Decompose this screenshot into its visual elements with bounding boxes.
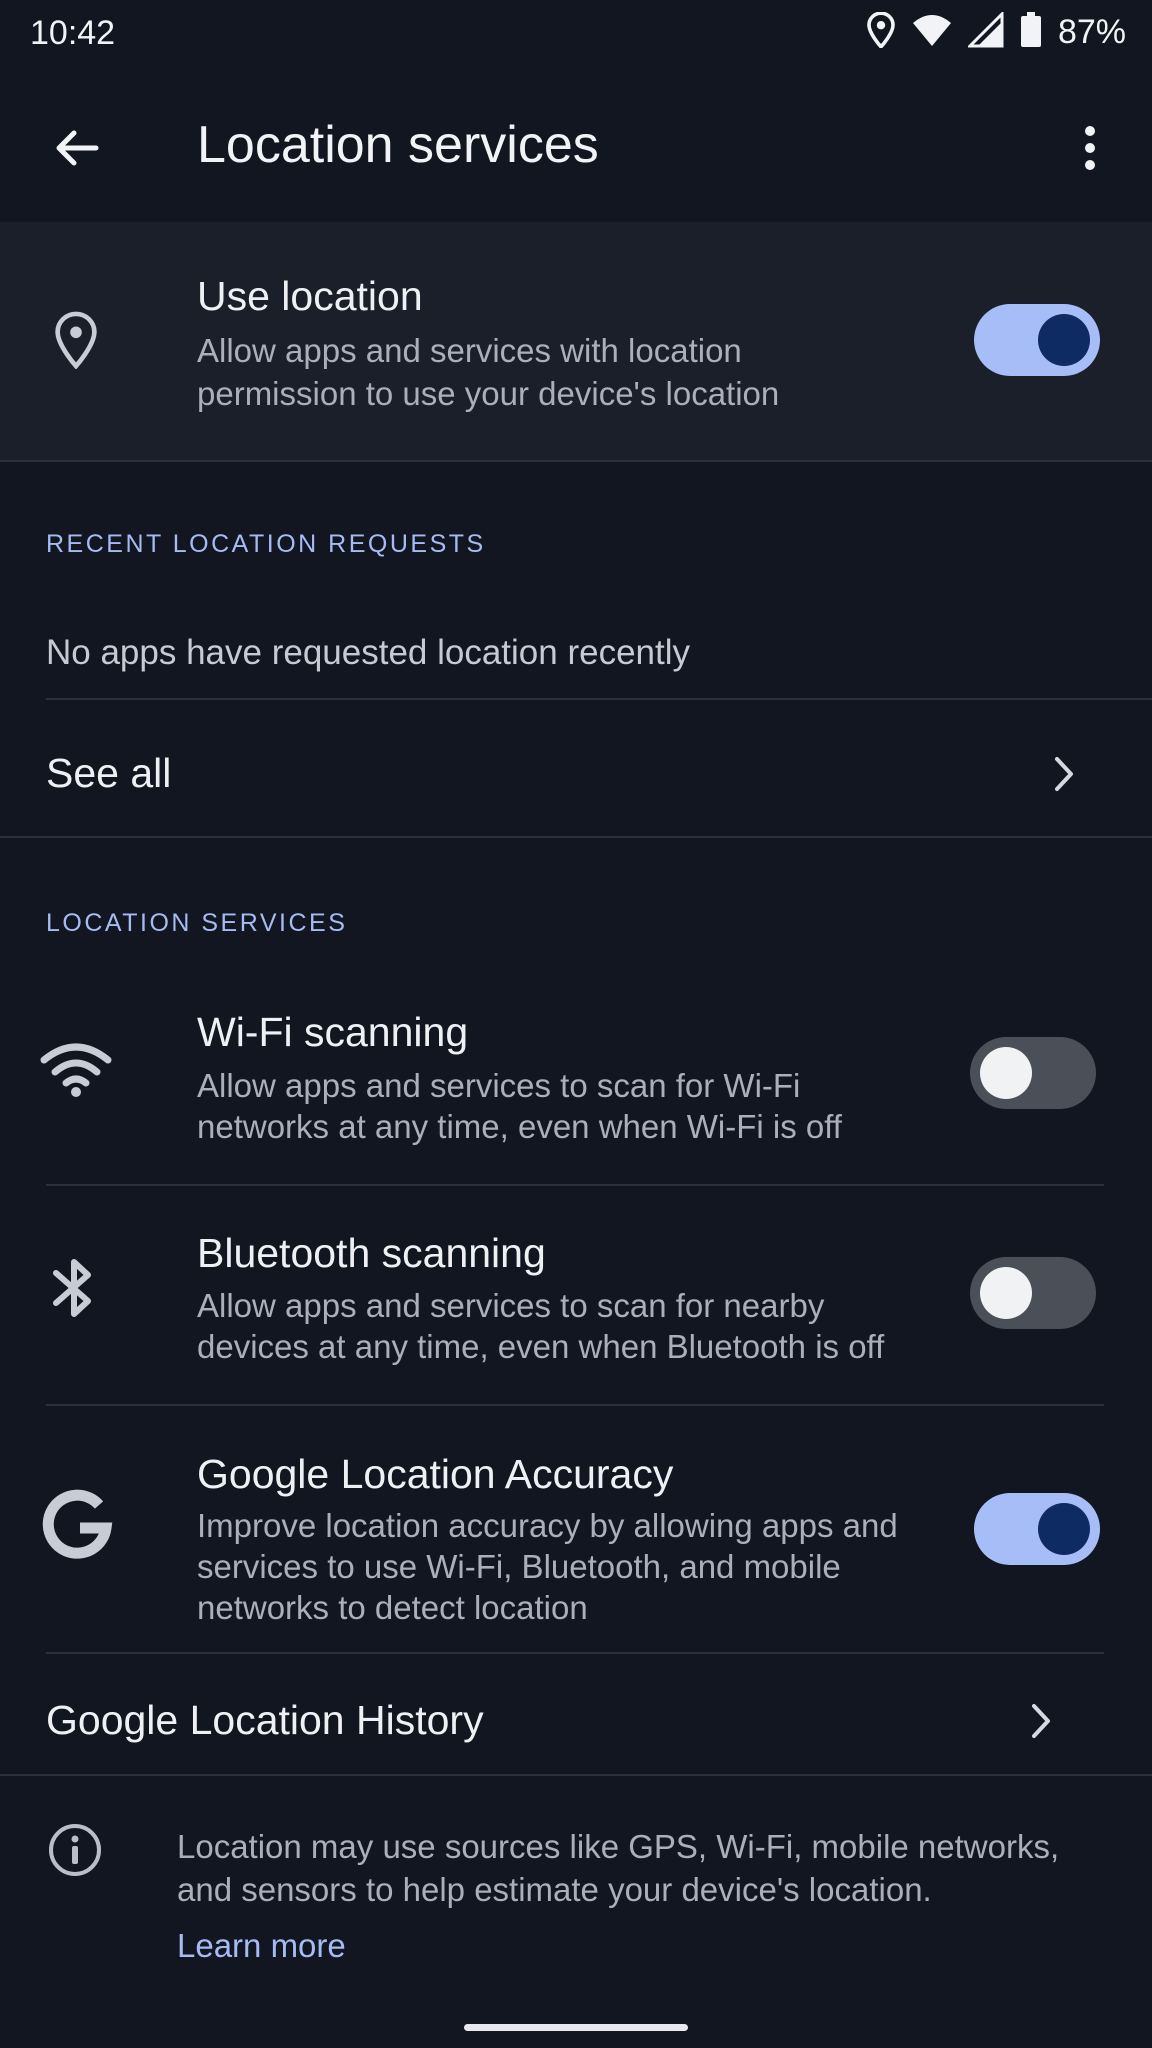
wifi-scanning-toggle[interactable] [970,1037,1096,1109]
learn-more-link[interactable]: Learn more [177,1927,346,1965]
chevron-right-icon [1016,1696,1066,1746]
wifi-scanning-subtitle-1: Allow apps and services to scan for Wi-F… [197,1067,801,1104]
wifi-icon [912,13,952,52]
no-recent-requests-text: No apps have requested location recently [46,633,691,672]
back-button[interactable] [40,112,112,184]
toggle-knob [1038,1503,1090,1555]
google-location-accuracy-subtitle-2: services to use Wi-Fi, Bluetooth, and mo… [197,1548,841,1585]
bluetooth-scanning-subtitle-1: Allow apps and services to scan for near… [197,1287,825,1324]
footer-info-line-1: Location may use sources like GPS, Wi-Fi… [177,1828,1060,1865]
wifi-scanning-title: Wi-Fi scanning [197,1009,469,1055]
divider [46,698,1152,700]
battery-icon [1020,12,1042,53]
toggle-knob [980,1267,1032,1319]
bluetooth-scanning-toggle[interactable] [970,1257,1096,1329]
bluetooth-icon [50,1255,98,1326]
google-icon [40,1488,114,1567]
google-location-accuracy-subtitle-1: Improve location accuracy by allowing ap… [197,1507,898,1544]
info-icon [47,1822,103,1883]
use-location-subtitle-2: permission to use your device's location [197,375,780,412]
see-all-label: See all [46,750,172,796]
wifi-icon [40,1042,112,1103]
bluetooth-scanning-subtitle-2: devices at any time, even when Bluetooth… [197,1328,885,1365]
more-vert-icon [1085,126,1095,170]
location-icon [866,11,896,53]
location-services-header: LOCATION SERVICES [46,909,348,937]
signal-icon [966,10,1004,53]
google-location-history-label: Google Location History [46,1697,484,1743]
toggle-knob [980,1047,1032,1099]
toggle-knob [1038,314,1090,366]
use-location-title: Use location [197,273,423,319]
page-title: Location services [197,116,599,174]
divider [0,1774,1152,1776]
footer-info-line-2: and sensors to help estimate your device… [177,1871,932,1908]
see-all-row[interactable] [0,702,1152,836]
google-location-accuracy-title: Google Location Accuracy [197,1451,674,1497]
recent-requests-header: RECENT LOCATION REQUESTS [46,530,486,558]
use-location-subtitle-1: Allow apps and services with location [197,332,742,369]
status-icons: 87% [866,10,1126,53]
wifi-scanning-subtitle-2: networks at any time, even when Wi-Fi is… [197,1108,842,1145]
location-pin-icon [52,311,100,374]
use-location-toggle[interactable] [974,304,1100,376]
arrow-back-icon [56,130,99,166]
divider [0,836,1152,838]
status-time: 10:42 [30,14,116,52]
home-indicator[interactable] [464,2024,688,2031]
more-options-button[interactable] [1060,112,1120,184]
google-location-accuracy-toggle[interactable] [974,1493,1100,1565]
google-location-accuracy-subtitle-3: networks to detect location [197,1589,588,1626]
bluetooth-scanning-title: Bluetooth scanning [197,1230,546,1276]
chevron-right-icon [1039,749,1089,799]
battery-percent: 87% [1057,13,1126,51]
